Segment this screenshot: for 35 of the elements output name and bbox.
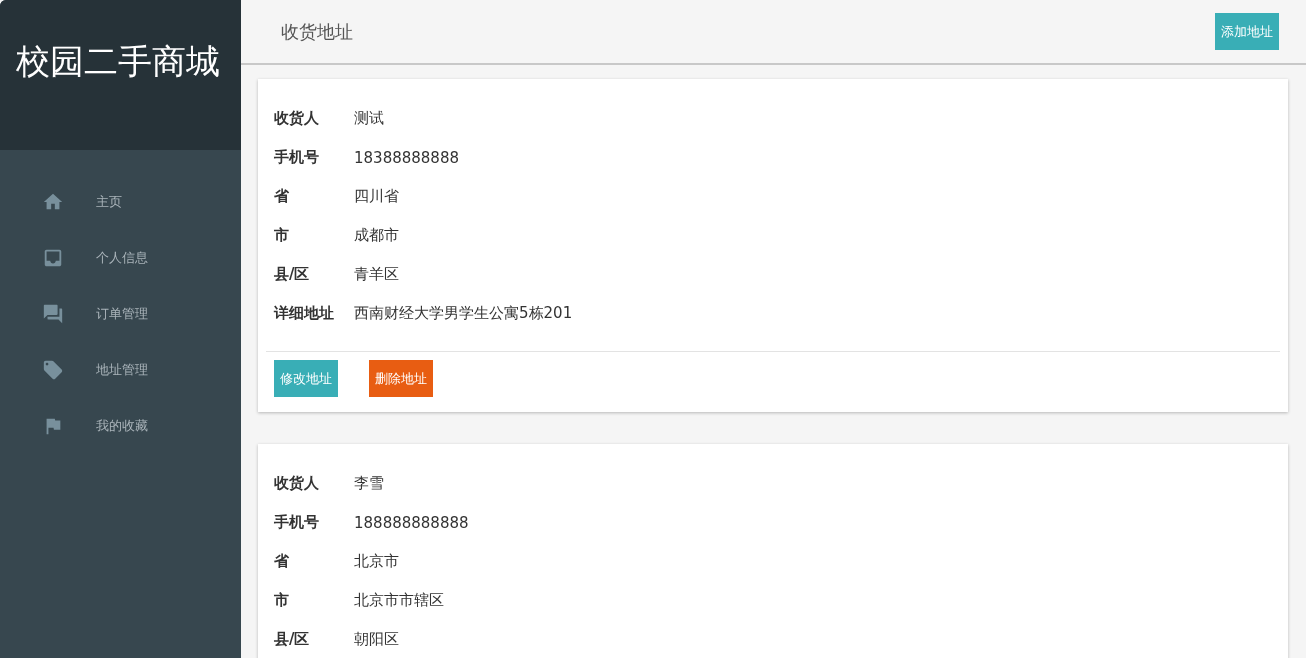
sidebar-item[interactable]: 订单管理 <box>0 286 241 342</box>
tag-icon <box>42 359 64 381</box>
field-value: 四川省 <box>354 187 399 206</box>
edit-address-button[interactable]: 修改地址 <box>274 360 338 397</box>
field-value: 18388888888 <box>354 148 459 167</box>
field-label: 手机号 <box>274 148 320 167</box>
inbox-icon <box>42 247 64 269</box>
app-title: 校园二手商城 <box>16 42 221 81</box>
field-value: 西南财经大学男学生公寓5栋201 <box>354 304 573 323</box>
field-label: 省 <box>274 552 290 571</box>
field-label: 收货人 <box>274 474 320 493</box>
field-label: 县/区 <box>274 265 311 284</box>
sidebar-item[interactable]: 我的收藏 <box>0 398 241 454</box>
field-label: 市 <box>274 591 290 610</box>
sidebar-item[interactable]: 个人信息 <box>0 230 241 286</box>
field-value: 北京市市辖区 <box>354 591 444 610</box>
field-label: 省 <box>274 187 290 206</box>
page-title: 收货地址 <box>281 19 353 44</box>
field-value: 李雪 <box>354 474 384 493</box>
field-value: 北京市 <box>354 552 399 571</box>
field-value: 测试 <box>354 109 384 128</box>
field-label: 县/区 <box>274 630 311 649</box>
field-value: 朝阳区 <box>354 630 399 649</box>
field-label: 收货人 <box>274 109 320 128</box>
delete-address-button[interactable]: 删除地址 <box>369 360 433 397</box>
field-label: 手机号 <box>274 513 320 532</box>
field-value: 青羊区 <box>354 265 399 284</box>
field-label: 市 <box>274 226 290 245</box>
chat-icon <box>42 303 64 325</box>
field-value: 成都市 <box>354 226 399 245</box>
sidebar-item[interactable]: 主页 <box>0 174 241 230</box>
add-address-button[interactable]: 添加地址 <box>1215 13 1279 50</box>
field-label: 详细地址 <box>274 304 335 323</box>
sidebar-item[interactable]: 地址管理 <box>0 342 241 398</box>
field-value: 188888888888 <box>354 513 469 532</box>
